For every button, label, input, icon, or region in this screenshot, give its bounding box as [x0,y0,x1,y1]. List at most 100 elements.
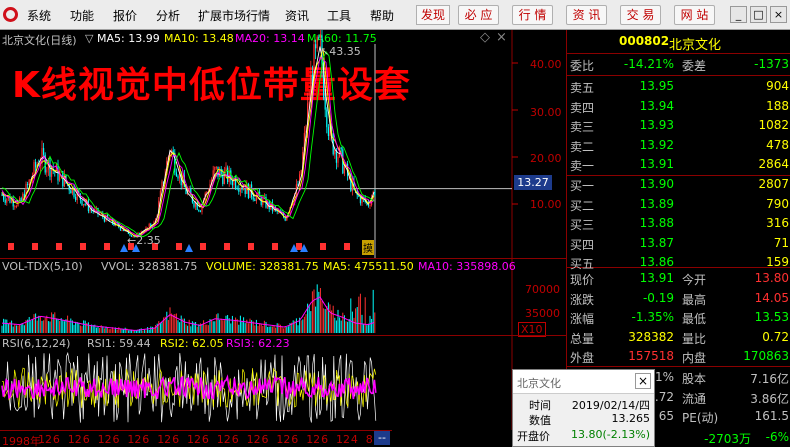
stat-row[interactable]: 涨幅 -1.35% 最低 13.53 [567,308,790,327]
stat-label: 总量 [570,331,595,346]
candle-body [89,208,91,212]
vol-ma10-label: MA10: 335898.06 [418,260,516,273]
discover-button[interactable]: 发现 [416,5,450,25]
time-axis-tick: 6 [201,433,209,446]
weicha-label: 委差 [682,59,707,73]
stat-label: 涨跌 [570,292,595,307]
menu-quote[interactable]: 报价 [113,7,137,24]
candle-body [70,190,72,194]
kline-svg [0,30,518,430]
candle-body [308,101,310,104]
candle-body [4,199,6,203]
bid-row[interactable]: 买四 13.87 71 [567,234,790,253]
menu-help[interactable]: 帮助 [370,7,394,24]
time-axis-tick: 6 [82,433,90,446]
weibi-row: 委比 -14.21% 委差 -1373 [567,55,790,74]
bid-row[interactable]: 买一 13.90 2807 [567,175,790,194]
ask-row[interactable]: 卖四 13.94 188 [567,97,790,116]
stat-label: 今开 [682,273,707,287]
menu-function[interactable]: 功能 [70,7,94,24]
bid-row[interactable]: 买二 13.89 790 [567,195,790,214]
tooltip-title: 北京文化 [517,377,561,390]
ask-row[interactable]: 卖三 13.93 1082 [567,116,790,135]
stat-label: 最低 [682,312,707,326]
stat-label: 最高 [682,292,707,307]
time-axis-tick: 6 [291,433,299,446]
time-axis-tick: 1998年 [2,435,41,447]
price-axis-tick: 10.00 [530,198,562,211]
footer-amount: -2703万 [704,432,751,446]
bid-label: 买四 [570,237,595,252]
menu-system[interactable]: 系统 [27,7,51,24]
stat-row[interactable]: 外盘 157518 内盘 170863 [567,347,790,366]
candle-body [193,202,195,207]
quick-market-button[interactable]: 行 情 [512,5,553,25]
candle-body [83,204,85,206]
candle-body [20,198,22,201]
quick-biying-button[interactable]: 必 应 [458,5,499,25]
minimize-button[interactable]: _ [730,6,747,23]
candle-body [369,205,371,207]
menu-analysis[interactable]: 分析 [156,7,180,24]
menu-info[interactable]: 资讯 [285,7,309,24]
menu-tools[interactable]: 工具 [327,7,351,24]
ask-volume: 2864 [758,157,789,171]
candle-body [46,169,48,173]
ask-row[interactable]: 卖一 13.91 2864 [567,155,790,174]
menu-extended-market[interactable]: 扩展市场行情 [198,7,270,24]
candle-body [6,198,8,203]
stat-value: 13.80 [754,271,789,285]
candle-body [33,162,35,177]
ma5-line [1,46,375,237]
time-axis-tick: 12 [246,433,261,446]
vol-axis-tick: 70000 [525,283,560,296]
candle-body [319,35,321,38]
event-marker [320,243,326,250]
ask-price: 13.91 [639,157,674,171]
pane-divider [0,335,566,336]
time-axis-tick: 6 [112,433,120,446]
rsi-indicator-title[interactable]: RSI(6,12,24) [2,337,70,350]
divider [567,75,790,76]
time-axis-tick: 6 [172,433,180,446]
bid-volume: 790 [766,196,789,211]
candle-body [220,168,222,175]
close-button[interactable]: × [770,6,787,23]
high-price-marker: ↖43.35 [320,45,361,58]
ask-row[interactable]: 卖二 13.92 478 [567,136,790,155]
stat-row[interactable]: 总量 328382 量比 0.72 [567,328,790,347]
time-axis-tick: 12 [187,433,201,446]
high-price-label: 43.35 [329,45,361,58]
event-marker [104,243,110,250]
stat-value: 170863 [743,349,789,363]
bid-row[interactable]: 买三 13.88 316 [567,214,790,233]
tooltip-close-button[interactable]: × [635,373,651,389]
maximize-button[interactable]: □ [750,6,767,23]
stat-value: 328382 [628,329,674,344]
quote-header: 000802 北京文化 [567,32,790,53]
quick-info-button[interactable]: 资 讯 [566,5,607,25]
time-axis-tick: 12 [306,433,321,446]
kline-chart-panel[interactable]: 北京文化(日线) ▽ MA5: 13.99 MA10: 13.48 MA20: … [0,30,566,447]
ask-row[interactable]: 卖五 13.95 904 [567,77,790,96]
bid-price: 13.86 [639,255,674,269]
menu-bar: 系统 功能 报价 分析 扩展市场行情 资讯 工具 帮助 发现 必 应 行 情 资… [0,0,790,30]
stat-row[interactable]: 现价 13.91 今开 13.80 [567,269,790,288]
tooltip-open-value: 13.80(-2.13%) [571,428,650,441]
quick-website-button[interactable]: 网 站 [674,5,715,25]
candle-body [75,197,77,201]
candle-body [121,230,123,232]
time-axis-tick: 6 [142,433,150,446]
extra-value: .72 [654,389,674,404]
vol-indicator-title[interactable]: VOL-TDX(5,10) [2,260,83,273]
app-logo-icon[interactable] [3,7,18,22]
timeline-end-button[interactable]: -- [374,431,390,445]
time-axis-tick: 12 [157,433,172,446]
event-marker [200,243,206,250]
candle-body [327,127,329,136]
bid-label: 买三 [570,218,595,232]
quick-trade-button[interactable]: 交 易 [620,5,661,25]
time-axis-tick: 6 [52,433,60,446]
stat-label: 涨幅 [570,312,595,326]
stat-row[interactable]: 涨跌 -0.19 最高 14.05 [567,289,790,308]
